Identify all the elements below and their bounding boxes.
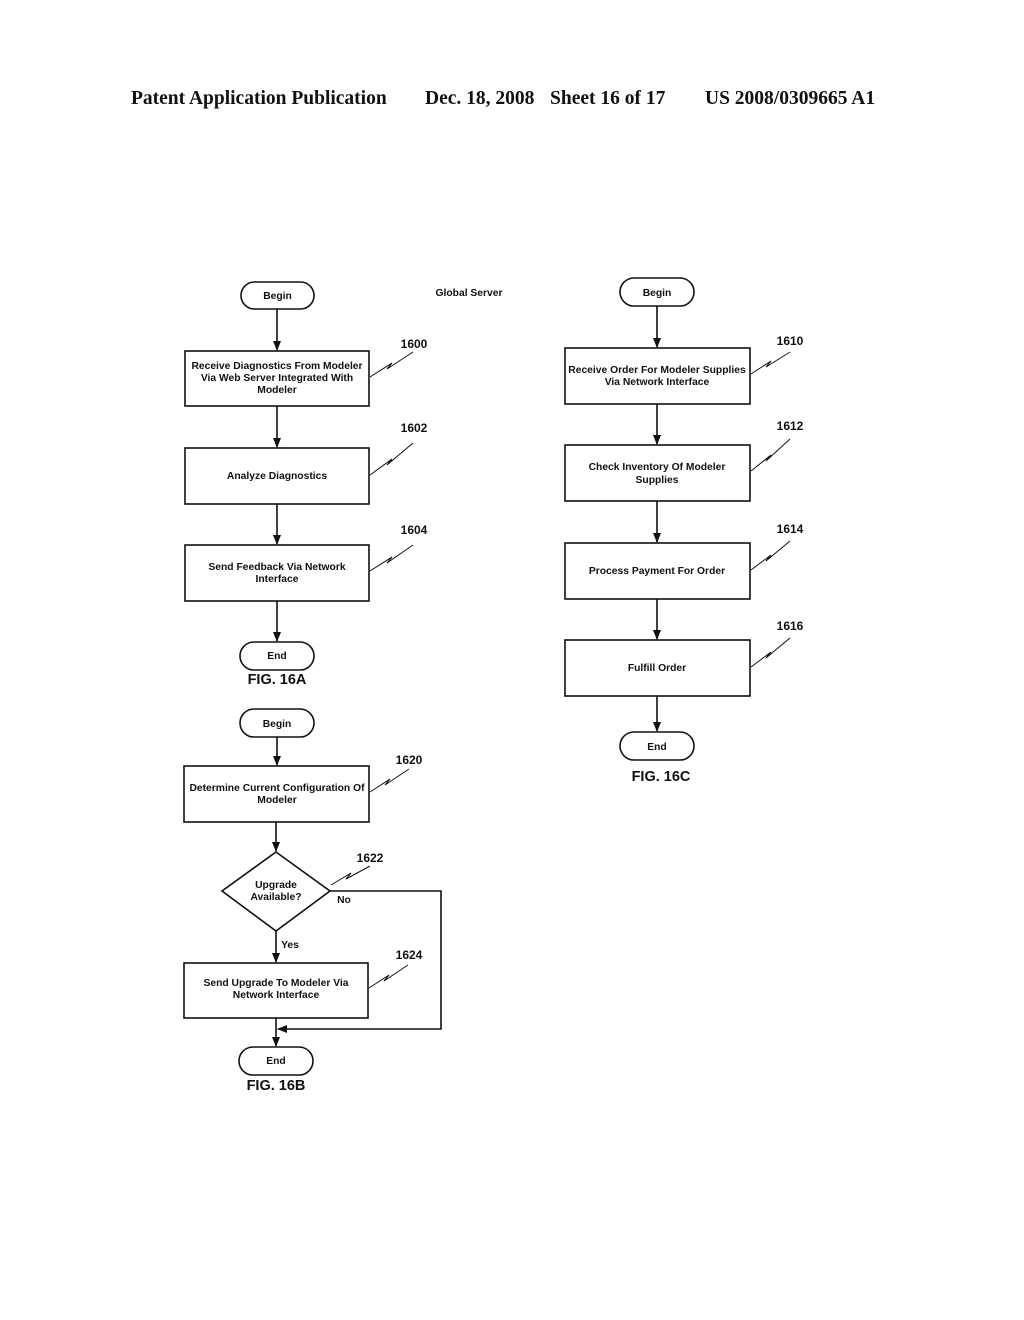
fig16c-begin-label: Begin (643, 288, 672, 299)
fig16b-step-1624-line1: Send Upgrade To Modeler Via (204, 978, 349, 989)
fig16c-leader-1614 (750, 540, 791, 571)
fig16b-decision-line1: Upgrade (255, 880, 297, 891)
fig16b-begin-label: Begin (263, 719, 292, 730)
ref-1602: 1602 (401, 421, 428, 435)
fig16b-caption: FIG. 16B (247, 1078, 306, 1094)
fig16b-step-1620-line1: Determine Current Configuration Of (189, 783, 365, 794)
fig16c-step-1612-line1: Check Inventory Of Modeler (589, 462, 726, 473)
fig16b-leader-1622 (330, 865, 371, 886)
fig16c-step-1614-line1: Process Payment For Order (589, 566, 725, 577)
fig16c-caption: FIG. 16C (632, 769, 691, 785)
global-server-label: Global Server (436, 288, 503, 299)
fig16c-step-1612-box (564, 444, 751, 502)
fig16b-end-label: End (266, 1056, 285, 1067)
fig-16c: Begin Receive Order For Modeler Supplies… (564, 277, 804, 785)
fig16a-step-1604-line2: Interface (256, 574, 299, 585)
ref-1622: 1622 (357, 851, 384, 865)
fig16a-step-1604-line1: Send Feedback Via Network (208, 562, 345, 573)
flowchart-diagram: Global Server Begin Receive Diagnostics … (183, 277, 804, 1094)
fig16c-end-label: End (647, 742, 666, 753)
ref-1610: 1610 (777, 334, 804, 348)
fig16a-begin-label: Begin (263, 291, 292, 302)
fig16a-step-1600-line2: Via Web Server Integrated With (201, 373, 353, 384)
fig16c-leader-1612 (750, 438, 791, 472)
ref-1612: 1612 (777, 419, 804, 433)
fig16b-leader-1620 (369, 768, 410, 793)
ref-1616: 1616 (777, 619, 804, 633)
fig16b-leader-1624 (368, 964, 409, 989)
fig16a-step-1604-box (184, 544, 370, 602)
fig16c-leader-1610 (750, 351, 791, 375)
fig16a-leader-1600 (369, 351, 414, 378)
ref-1624: 1624 (396, 948, 423, 962)
fig16b-yes-label: Yes (281, 940, 299, 951)
ref-1600: 1600 (401, 337, 428, 351)
fig16b-step-1620-box (183, 765, 370, 823)
fig16a-step-1602-line1: Analyze Diagnostics (227, 471, 327, 482)
ref-1620: 1620 (396, 753, 423, 767)
fig16a-leader-1604 (369, 544, 414, 572)
fig16a-end-label: End (267, 651, 286, 662)
fig16a-step-1600-line3: Modeler (257, 385, 296, 396)
fig16b-step-1624-line2: Network Interface (233, 990, 320, 1001)
fig16c-leader-1616 (750, 637, 791, 668)
fig16b-step-1620-line2: Modeler (257, 795, 296, 806)
fig-16b: Begin Determine Current Configuration Of… (183, 708, 442, 1094)
fig16c-step-1612-line2: Supplies (636, 475, 679, 486)
fig16c-step-1610-line2: Via Network Interface (605, 377, 710, 388)
fig16c-step-1610-box (564, 347, 751, 405)
fig16b-decision-line2: Available? (250, 892, 301, 903)
fig16b-no-label: No (337, 895, 351, 906)
ref-1614: 1614 (777, 522, 804, 536)
fig16a-caption: FIG. 16A (248, 672, 307, 688)
ref-1604: 1604 (401, 523, 428, 537)
fig16c-step-1610-line1: Receive Order For Modeler Supplies (568, 365, 746, 376)
fig16a-step-1600-line1: Receive Diagnostics From Modeler (191, 361, 362, 372)
fig-16a: Begin Receive Diagnostics From Modeler V… (184, 281, 428, 688)
fig16a-leader-1602 (369, 442, 414, 476)
fig16c-step-1616-line1: Fulfill Order (628, 663, 686, 674)
